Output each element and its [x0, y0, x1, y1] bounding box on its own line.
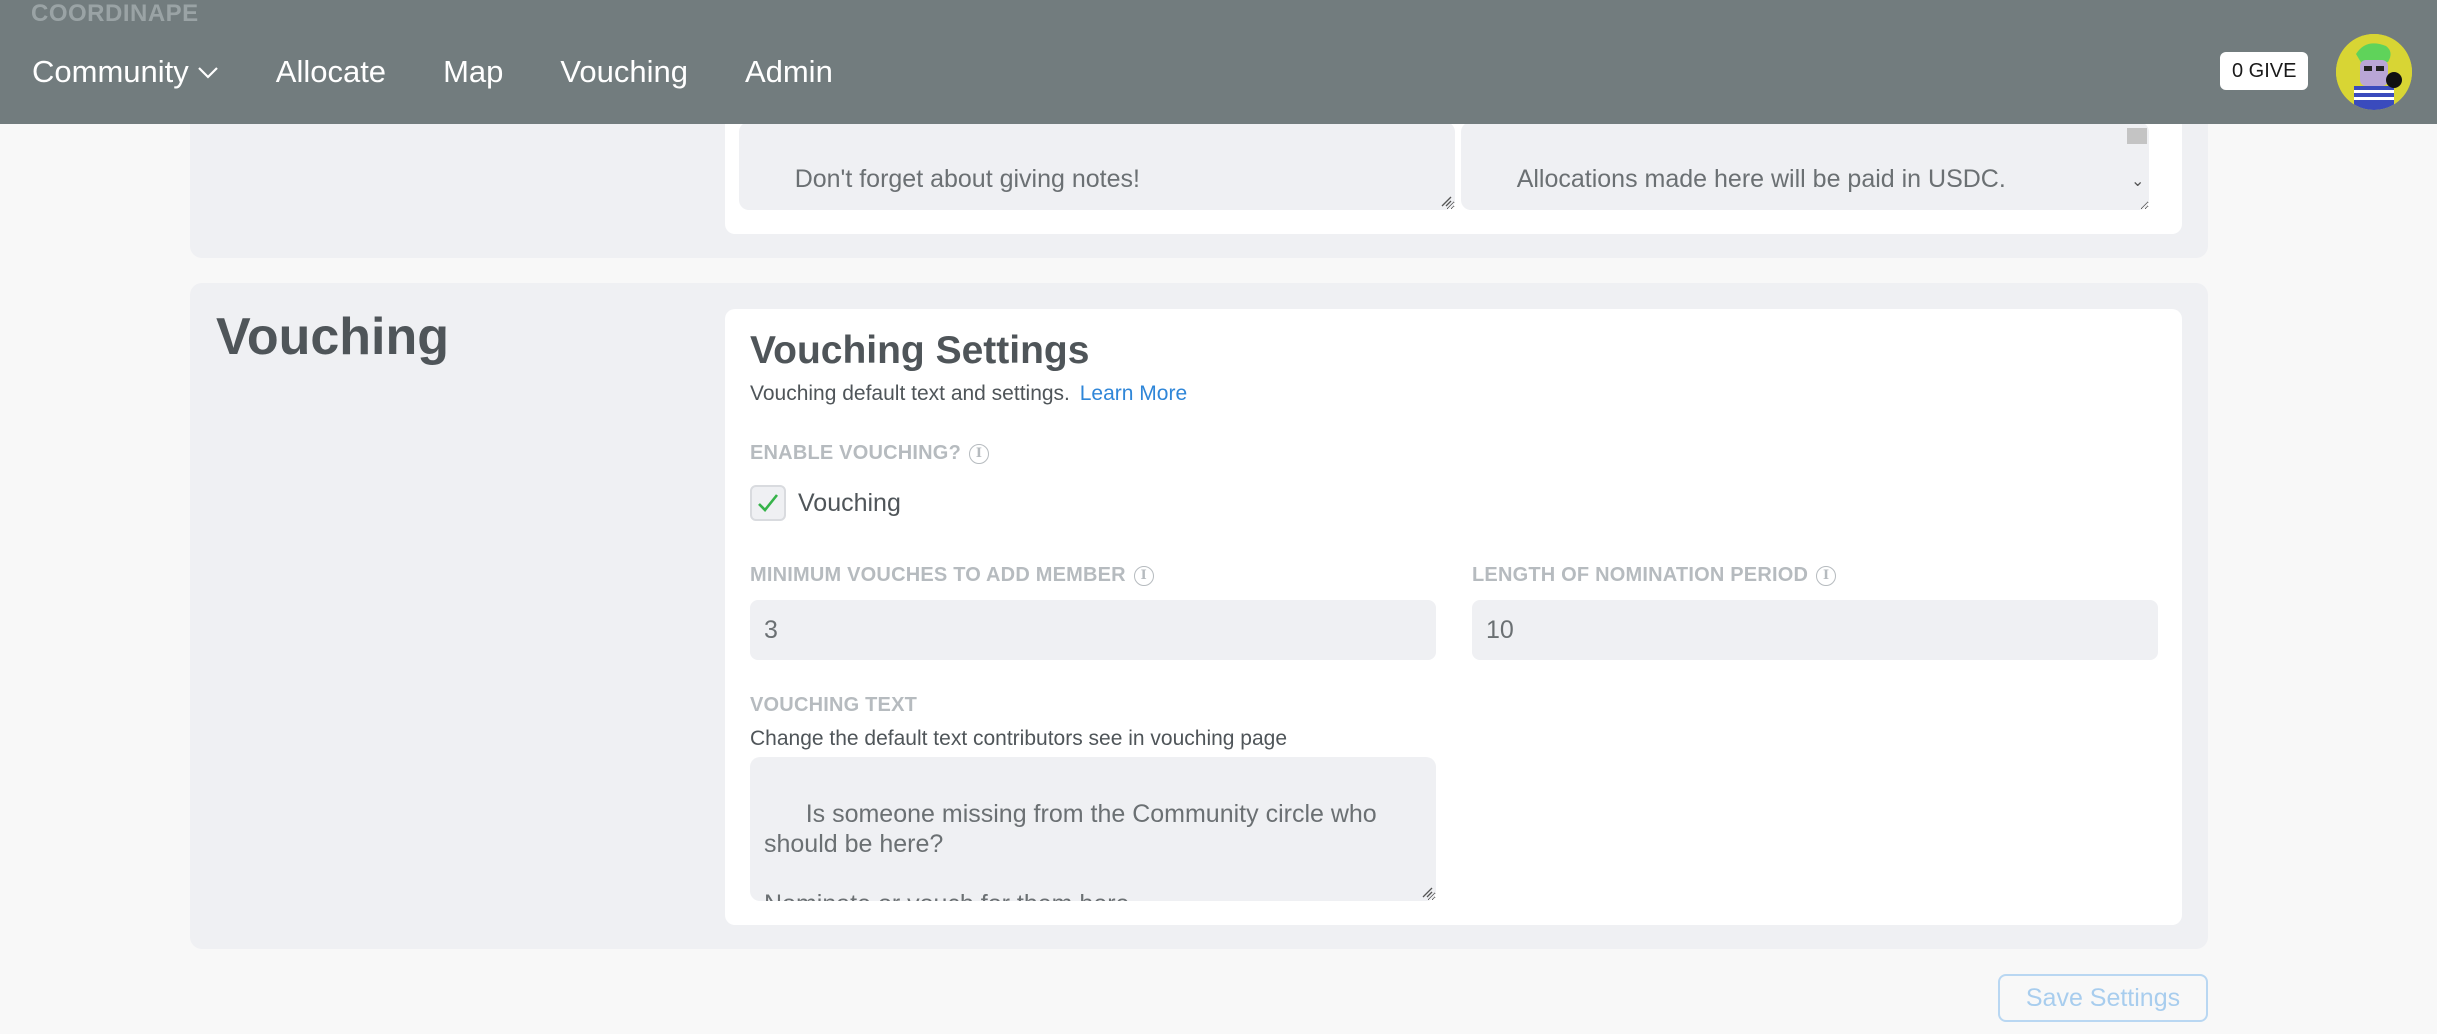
allocation-text-textarea[interactable]: Allocations made here will be paid in US… [1461, 122, 2149, 210]
give-balance-badge[interactable]: 0 GIVE [2220, 52, 2309, 90]
nav-item-community[interactable]: Community [32, 54, 219, 90]
vouching-text-value: Is someone missing from the Community ci… [764, 800, 1377, 901]
avatar[interactable] [2336, 34, 2412, 110]
vouching-settings-panel: Vouching Settings Vouching default text … [725, 309, 2182, 925]
vouching-text-textarea[interactable]: Is someone missing from the Community ci… [750, 757, 1436, 901]
vouching-section: Vouching Vouching Settings Vouching defa… [190, 283, 2208, 949]
panel-subtitle-text: Vouching default text and settings. [750, 382, 1070, 405]
vouching-checkbox-label[interactable]: Vouching [798, 485, 901, 521]
main-nav: Community Allocate Map Vouching Admin [32, 54, 890, 90]
chevron-down-icon [197, 67, 218, 79]
section-title: Vouching [216, 308, 450, 366]
nomination-period-label: LENGTH OF NOMINATION PERIOD i [1472, 564, 1837, 587]
min-vouches-label-text: MINIMUM VOUCHES TO ADD MEMBER [750, 564, 1126, 586]
vouching-text-help: Change the default text contributors see… [750, 727, 1288, 750]
giving-notes-text: Don't forget about giving notes! [794, 165, 1140, 193]
giving-notes-textarea[interactable]: Don't forget about giving notes! [739, 122, 1455, 210]
brand-logo-text: COORDINAPE [31, 0, 199, 27]
vouching-text-label: VOUCHING TEXT [750, 694, 918, 716]
learn-more-link[interactable]: Learn More [1080, 382, 1187, 405]
min-vouches-input[interactable]: 3 [750, 600, 1436, 660]
panel-subtitle: Vouching default text and settings. Lear… [750, 382, 1187, 406]
info-icon[interactable]: i [1133, 565, 1154, 586]
scrollbar-thumb[interactable] [2127, 128, 2147, 144]
enable-vouching-label: ENABLE VOUCHING? i [750, 442, 989, 465]
resize-grip-icon[interactable] [1421, 886, 1433, 898]
resize-grip-icon[interactable] [1440, 195, 1452, 207]
nav-item-map[interactable]: Map [443, 54, 503, 90]
scroll-down-icon[interactable]: ⌄ [2131, 167, 2144, 197]
nav-item-admin[interactable]: Admin [745, 54, 833, 90]
nav-item-allocate[interactable]: Allocate [276, 54, 386, 90]
nav-item-vouching[interactable]: Vouching [560, 54, 688, 90]
nav-item-label: Community [32, 54, 189, 89]
nomination-period-input[interactable]: 10 [1472, 600, 2158, 660]
checkmark-icon [758, 494, 779, 512]
vouching-checkbox[interactable] [750, 485, 786, 521]
save-settings-button[interactable]: Save Settings [1998, 974, 2208, 1022]
info-icon[interactable]: i [968, 443, 989, 464]
allocation-text: Allocations made here will be paid in US… [1516, 165, 2006, 193]
nomination-period-label-text: LENGTH OF NOMINATION PERIOD [1472, 564, 1809, 586]
top-navigation-bar: COORDINAPE Community Allocate Map Vouchi… [0, 0, 2437, 124]
panel-title: Vouching Settings [750, 329, 1090, 372]
scrollbar[interactable]: ⌄ [2125, 122, 2149, 210]
avatar-image [2336, 34, 2412, 110]
min-vouches-label: MINIMUM VOUCHES TO ADD MEMBER i [750, 564, 1154, 587]
info-icon[interactable]: i [1816, 565, 1837, 586]
enable-vouching-label-text: ENABLE VOUCHING? [750, 442, 961, 464]
